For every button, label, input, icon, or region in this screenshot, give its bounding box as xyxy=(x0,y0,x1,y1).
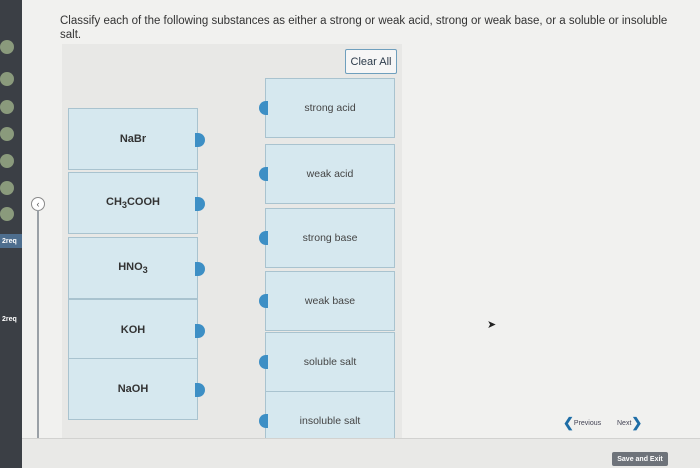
target-label: soluble salt xyxy=(303,356,357,368)
drop-slot-icon xyxy=(259,167,268,181)
question-marker[interactable] xyxy=(0,127,14,141)
save-and-exit-button[interactable]: Save and Exit xyxy=(612,452,668,466)
drop-target-weak-acid[interactable]: weak acid xyxy=(259,144,395,204)
chevron-left-icon: ‹ xyxy=(36,199,40,209)
question-marker[interactable] xyxy=(0,207,14,221)
previous-label: Previous xyxy=(573,419,602,427)
draggable-item-naoh[interactable]: NaOH xyxy=(68,358,205,420)
draggable-item-ch3cooh[interactable]: CH3COOH xyxy=(68,172,205,234)
divider xyxy=(37,210,39,468)
drop-slot-icon xyxy=(259,355,268,369)
item-label: NaOH xyxy=(117,383,149,395)
draggable-item-hno3[interactable]: HNO3 xyxy=(68,237,205,299)
target-label: strong base xyxy=(302,232,358,244)
next-label: Next xyxy=(617,419,632,427)
clear-all-button[interactable]: Clear All xyxy=(345,49,397,74)
drop-target-weak-base[interactable]: weak base xyxy=(259,271,395,331)
drop-target-strong-acid[interactable]: strong acid xyxy=(259,78,395,138)
mouse-cursor-icon: ➤ xyxy=(487,319,497,331)
question-marker[interactable] xyxy=(0,181,14,195)
sidebar-item-label[interactable]: 2req xyxy=(0,312,22,326)
target-label: strong acid xyxy=(304,102,356,114)
drop-slot-icon xyxy=(259,231,268,245)
chevron-right-icon: ❯ xyxy=(631,415,643,430)
question-marker[interactable] xyxy=(0,100,14,114)
item-label: KOH xyxy=(120,324,146,336)
question-marker[interactable] xyxy=(0,72,14,86)
collapse-sidebar-button[interactable]: ‹ xyxy=(31,197,45,211)
drop-target-soluble-salt[interactable]: soluble salt xyxy=(259,332,395,392)
drop-slot-icon xyxy=(259,414,268,428)
item-label: CH3COOH xyxy=(106,195,160,211)
item-label: NaBr xyxy=(119,133,147,145)
draggable-item-nabr[interactable]: NaBr xyxy=(68,108,205,170)
target-label: insoluble salt xyxy=(299,415,361,427)
target-label: weak base xyxy=(304,295,356,307)
question-nav-sidebar: 2req 2req xyxy=(0,0,22,468)
next-button[interactable]: Next ❯ xyxy=(617,415,643,430)
chevron-left-icon: ❮ xyxy=(563,415,574,430)
drop-slot-icon xyxy=(259,101,268,115)
previous-button[interactable]: ❮ Previous xyxy=(563,415,602,430)
sidebar-item-label[interactable]: 2req xyxy=(0,234,22,248)
question-marker[interactable] xyxy=(0,40,14,54)
draggable-item-koh[interactable]: KOH xyxy=(68,299,205,361)
question-marker[interactable] xyxy=(0,154,14,168)
drop-target-strong-base[interactable]: strong base xyxy=(259,208,395,268)
item-label: HNO3 xyxy=(118,260,148,276)
target-label: weak acid xyxy=(306,168,354,180)
question-text: Classify each of the following substance… xyxy=(60,15,668,41)
drop-slot-icon xyxy=(259,294,268,308)
bottom-toolbar xyxy=(22,438,700,468)
